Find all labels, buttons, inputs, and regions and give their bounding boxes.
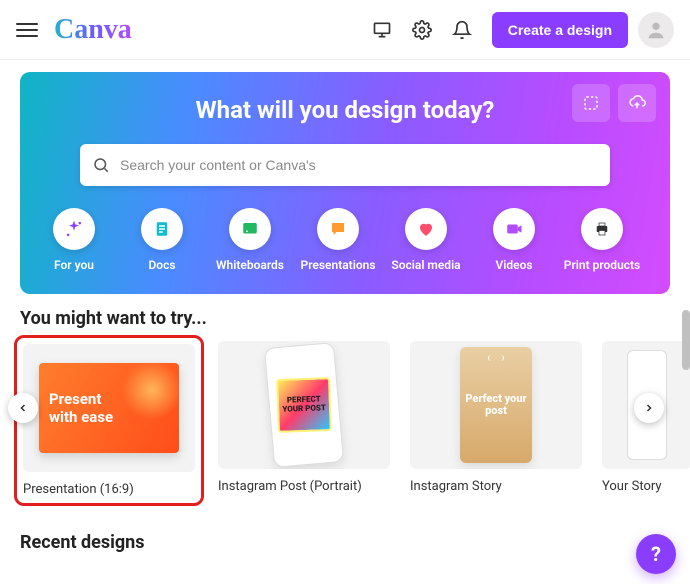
carousel-next-button[interactable] [634, 393, 664, 423]
category-label: Videos [495, 258, 532, 272]
app-header: Canva Create a design [0, 0, 690, 60]
hero-title: What will you design today? [40, 96, 650, 124]
carousel-prev-button[interactable] [8, 393, 38, 423]
recent-section-title: Recent designs [20, 532, 145, 553]
chevron-right-icon [643, 402, 655, 414]
sparkle-icon [53, 208, 95, 250]
template-instagram-post[interactable]: PERFECT YOUR POST Instagram Post (Portra… [218, 341, 390, 500]
heart-icon [405, 208, 447, 250]
desktop-icon[interactable] [364, 12, 400, 48]
category-label: For you [54, 258, 94, 272]
help-button[interactable]: ? [636, 534, 676, 574]
category-presentations[interactable]: Presentations [312, 208, 364, 272]
video-icon [493, 208, 535, 250]
try-section-title: You might want to try... [0, 294, 690, 335]
search-input[interactable] [120, 157, 598, 173]
chevron-left-icon [17, 402, 29, 414]
canva-logo[interactable]: Canva [54, 14, 132, 46]
instagram-story-thumb: Perfect your post [460, 347, 532, 463]
presentation-thumb: Present with ease [39, 363, 179, 453]
template-label: Instagram Story [410, 479, 582, 494]
template-row: Present with ease Presentation (16:9) PE… [0, 335, 690, 506]
bell-icon[interactable] [444, 12, 480, 48]
category-label: Social media [391, 258, 460, 272]
chat-icon [317, 208, 359, 250]
category-for-you[interactable]: For you [48, 208, 100, 272]
template-presentation[interactable]: Present with ease Presentation (16:9) [23, 344, 195, 497]
board-icon [229, 208, 271, 250]
print-icon [581, 208, 623, 250]
category-whiteboards[interactable]: Whiteboards [224, 208, 276, 272]
category-label: Print products [564, 258, 640, 272]
highlighted-template: Present with ease Presentation (16:9) [14, 335, 204, 506]
doc-icon [141, 208, 183, 250]
search-bar[interactable] [80, 144, 610, 186]
scrollbar-thumb[interactable] [682, 310, 690, 370]
menu-icon[interactable] [16, 19, 38, 41]
gear-icon[interactable] [404, 12, 440, 48]
template-label: Presentation (16:9) [23, 482, 195, 497]
category-label: Presentations [301, 258, 376, 272]
create-design-button[interactable]: Create a design [492, 12, 628, 48]
instagram-post-thumb: PERFECT YOUR POST [264, 342, 344, 468]
category-print[interactable]: Print products [576, 208, 628, 272]
template-instagram-story[interactable]: Perfect your post Instagram Story [410, 341, 582, 500]
category-label: Whiteboards [216, 258, 284, 272]
category-videos[interactable]: Videos [488, 208, 540, 272]
category-label: Docs [148, 258, 175, 272]
avatar[interactable] [638, 12, 674, 48]
category-docs[interactable]: Docs [136, 208, 188, 272]
hero-banner: What will you design today? For you Docs W… [20, 72, 670, 294]
search-icon [92, 156, 110, 174]
template-label: Your Story [602, 479, 690, 494]
category-social[interactable]: Social media [400, 208, 452, 272]
category-row: For you Docs Whiteboards Presentations Socia… [40, 208, 650, 272]
template-label: Instagram Post (Portrait) [218, 479, 390, 494]
